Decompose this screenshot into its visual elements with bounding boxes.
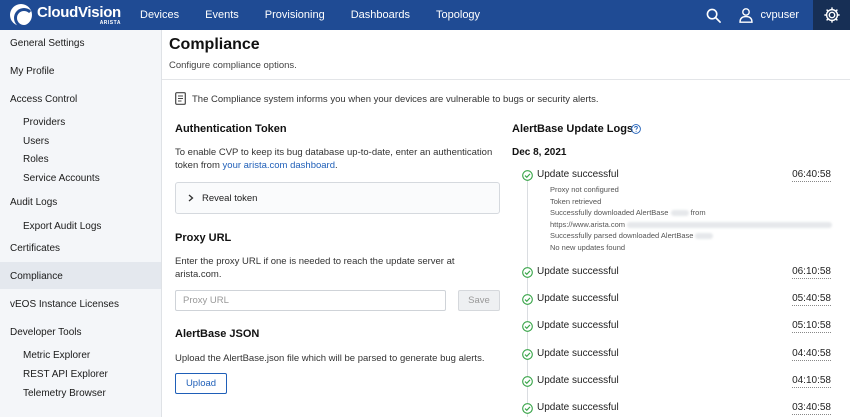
top-nav-bar: CloudVision ARISTA Devices Events Provis… [0,0,850,30]
log-detail-line: Proxy not configured [550,185,619,194]
sidebar-item-my-profile[interactable]: My Profile [10,66,54,77]
log-time[interactable]: 06:40:58 [792,169,831,182]
redacted-text [627,221,833,228]
user-icon [739,7,754,23]
success-check-icon [522,294,533,305]
success-check-icon [522,376,533,387]
reveal-token-toggle[interactable]: Reveal token [175,182,500,214]
search-button[interactable] [695,0,731,30]
sidebar-item-users[interactable]: Users [23,136,49,147]
nav-devices[interactable]: Devices [127,0,192,30]
sidebar-item-access-control[interactable]: Access Control [10,94,77,105]
header-divider [162,79,850,80]
cloudvision-logo-icon [10,4,34,28]
nav-provisioning[interactable]: Provisioning [252,0,338,30]
alertbase-logs-title: AlertBase Update Logs [512,123,634,135]
sidebar-item-developer-tools[interactable]: Developer Tools [10,327,82,338]
log-entry: Update successful 05:40:58 [512,293,832,307]
sidebar-item-metric-explorer[interactable]: Metric Explorer [23,350,90,361]
sidebar-item-compliance[interactable]: Compliance [10,271,63,282]
nav-topology[interactable]: Topology [423,0,493,30]
log-details: Proxy not configured Token retrieved Suc… [550,184,833,254]
username: cvpuser [760,9,799,21]
settings-button[interactable] [813,0,850,30]
success-check-icon [522,267,533,278]
log-entry: Update successful 03:40:58 [512,402,832,416]
redacted-text [670,210,689,217]
proxy-url-input[interactable] [175,290,446,311]
gear-icon [823,7,840,23]
arista-dashboard-link[interactable]: your arista.com dashboard [223,160,335,171]
log-entry: Update successful 04:10:58 [512,375,832,389]
log-status: Update successful [537,348,619,359]
log-status: Update successful [537,320,619,331]
auth-token-description: To enable CVP to keep its bug database u… [175,147,493,171]
proxy-url-title: Proxy URL [175,232,232,244]
log-detail-line: Token retrieved [550,196,602,206]
log-entry: Update successful 06:10:58 [512,266,832,280]
success-check-icon [522,321,533,332]
page-title: Compliance [169,36,260,53]
brand-sub: ARISTA [99,19,121,26]
sidebar-item-general-settings[interactable]: General Settings [10,38,85,49]
log-detail-line: Successfully downloaded AlertBase from [550,208,706,218]
proxy-url-description: Enter the proxy URL if one is needed to … [175,256,455,280]
log-entry: Update successful 06:40:58 [512,169,832,183]
redacted-text [695,233,714,240]
main-nav: Devices Events Provisioning Dashboards T… [127,0,493,30]
log-status: Update successful [537,402,619,413]
log-time[interactable]: 05:40:58 [792,293,831,306]
log-entry: Update successful 04:40:58 [512,348,832,362]
log-entry: Update successful 05:10:58 [512,320,832,334]
compliance-info-text: The Compliance system informs you when y… [192,94,599,105]
sidebar-item-export-audit-logs[interactable]: Export Audit Logs [23,221,101,232]
upload-button[interactable]: Upload [175,373,227,394]
settings-sidebar: General Settings My Profile Access Contr… [0,30,162,417]
alertbase-json-description: Upload the AlertBase.json file which wil… [175,353,485,364]
sidebar-item-certificates[interactable]: Certificates [10,243,60,254]
log-status: Update successful [537,293,619,304]
log-time[interactable]: 03:40:58 [792,402,831,415]
user-menu[interactable]: cvpuser [731,0,813,30]
log-time[interactable]: 04:10:58 [792,375,831,388]
sidebar-item-providers[interactable]: Providers [23,117,65,128]
log-detail-line: https://www.arista.com [550,219,833,231]
log-status: Update successful [537,169,619,180]
chevron-right-icon [188,194,194,202]
help-icon[interactable] [631,124,641,134]
success-check-icon [522,170,533,181]
reveal-token-label: Reveal token [202,192,258,204]
search-icon [706,8,721,23]
sidebar-item-telemetry-browser[interactable]: Telemetry Browser [23,388,106,399]
sidebar-item-audit-logs[interactable]: Audit Logs [10,197,57,208]
brand-name: CloudVision [37,3,121,21]
sidebar-item-roles[interactable]: Roles [23,154,49,165]
log-time[interactable]: 06:10:58 [792,266,831,279]
log-detail-line: Successfully parsed downloaded AlertBase [550,230,832,242]
log-time[interactable]: 05:10:58 [792,320,831,333]
alertbase-json-title: AlertBase JSON [175,328,260,340]
page-subtitle: Configure compliance options. [169,60,297,71]
sidebar-item-rest-api-explorer[interactable]: REST API Explorer [23,369,108,380]
log-status: Update successful [537,266,619,277]
auth-token-title: Authentication Token [175,123,287,135]
sidebar-item-service-accounts[interactable]: Service Accounts [23,173,100,184]
log-date: Dec 8, 2021 [512,147,567,158]
save-button[interactable]: Save [458,290,500,311]
log-time[interactable]: 04:40:58 [792,348,831,361]
cloudvision-logo[interactable]: CloudVision ARISTA [0,3,127,28]
nav-events[interactable]: Events [192,0,252,30]
log-status: Update successful [537,375,619,386]
sidebar-item-veos-licenses[interactable]: vEOS Instance Licenses [10,299,119,310]
success-check-icon [522,403,533,414]
document-icon [175,92,186,105]
log-detail-line: No new updates found [550,242,626,252]
nav-dashboards[interactable]: Dashboards [338,0,423,30]
success-check-icon [522,349,533,360]
